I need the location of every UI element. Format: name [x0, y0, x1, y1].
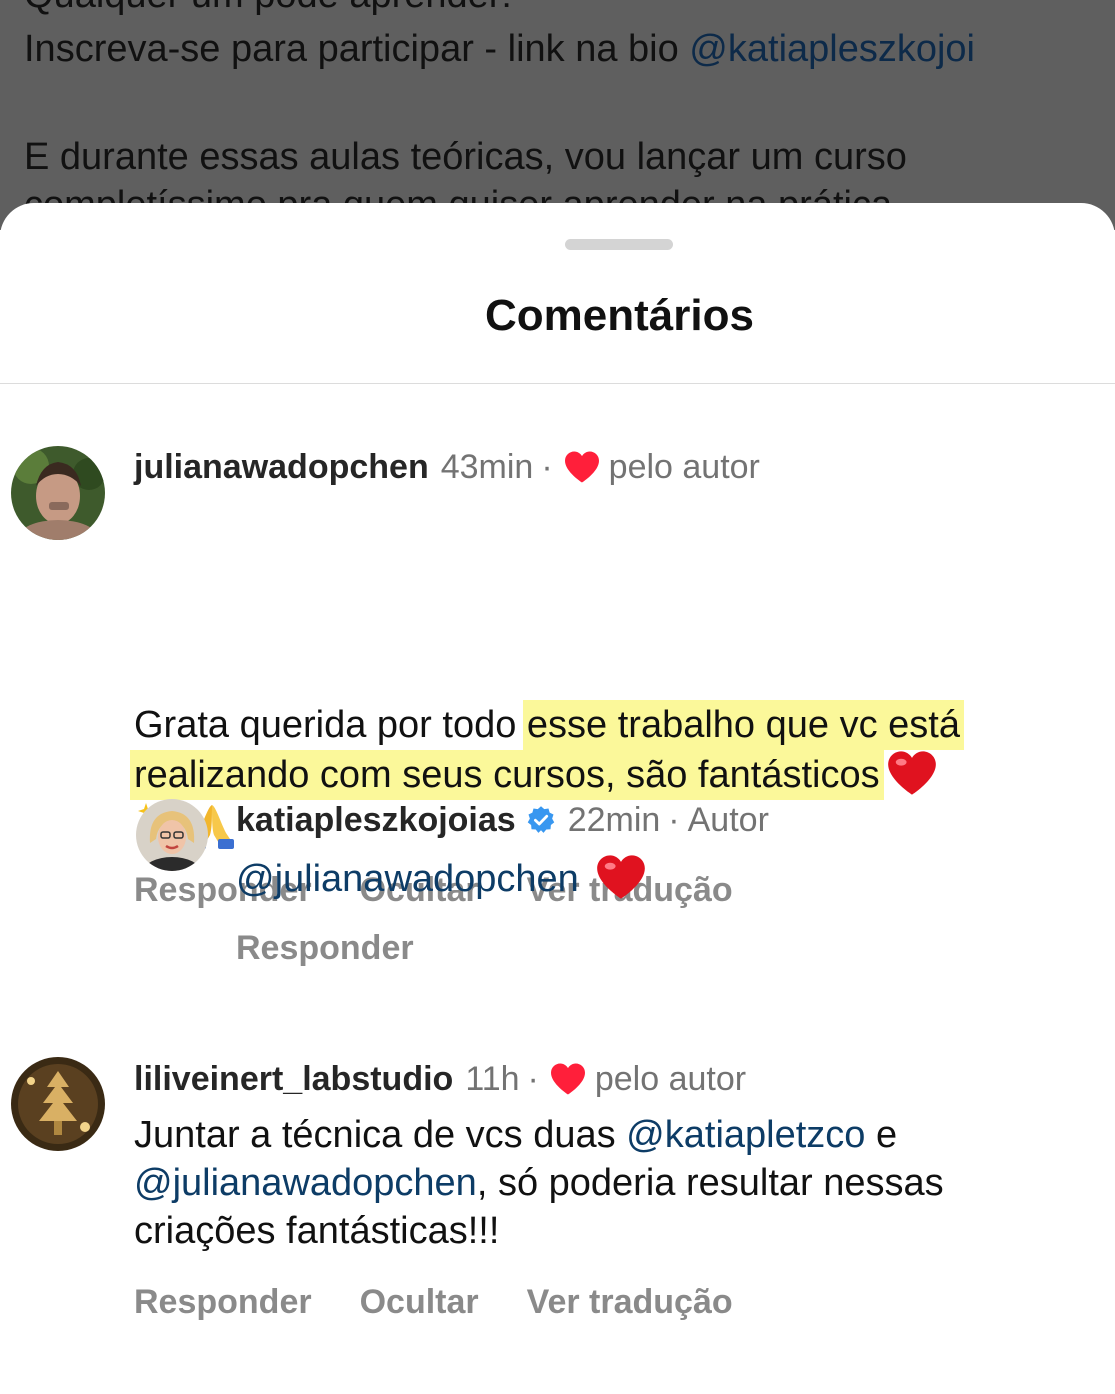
comment-actions: Responder Ocultar Ver tradução: [134, 1283, 781, 1322]
post-caption-mention[interactable]: @katiapleszkojoi: [689, 28, 975, 70]
comment-text-segment: Juntar a técnica de vcs duas: [134, 1114, 627, 1156]
comment-line: realizando com seus cursos, são fantásti…: [134, 749, 1094, 799]
liked-by-author-label: pelo autor: [608, 448, 760, 486]
username[interactable]: liliveinert_labstudio: [134, 1059, 453, 1099]
post-caption-line: Qualquer um pode aprender!: [24, 0, 512, 18]
reply-button[interactable]: Responder: [236, 929, 414, 968]
separator-dot: ·: [668, 801, 680, 839]
comment-text-segment: e: [865, 1114, 898, 1156]
comment-text-segment: Grata querida por todo: [134, 704, 527, 746]
author-label: Autor: [687, 801, 769, 839]
post-caption-text: Inscreva-se para participar - link na bi…: [24, 28, 690, 70]
timestamp: 43min: [440, 448, 534, 486]
verified-badge-icon: [526, 805, 556, 835]
mention-link[interactable]: @julianawadopchen: [236, 858, 579, 900]
comment-line: Juntar a técnica de vcs duas @katiapletz…: [134, 1111, 1094, 1159]
highlighted-text: esse trabalho que vc está: [526, 704, 960, 746]
separator-dot: ·: [541, 448, 553, 486]
timestamp: 22min: [567, 801, 661, 839]
red-heart-emoji-icon: [595, 853, 647, 901]
see-translation-button[interactable]: Ver tradução: [527, 1283, 733, 1322]
comment-text: @julianawadopchen: [236, 853, 647, 903]
mention-link[interactable]: @katiapletzco: [626, 1114, 865, 1156]
avatar[interactable]: [11, 446, 105, 540]
comment-meta: julianawadopchen 43min · pelo autor: [134, 447, 760, 487]
liked-by-author-label: pelo autor: [594, 1060, 747, 1098]
avatar[interactable]: [11, 1057, 105, 1151]
comment-actions: Responder: [236, 929, 462, 968]
sheet-title: Comentários: [485, 291, 754, 340]
comment-text-segment: , só poderia resultar nessas: [476, 1162, 944, 1204]
comment-line: criações fantásticas!!!: [134, 1210, 500, 1252]
sheet-grabber-handle[interactable]: [565, 239, 673, 250]
comment-line: Grata querida por todo esse trabalho que…: [134, 701, 1094, 749]
highlighted-text: realizando com seus cursos, são fantásti…: [134, 754, 880, 796]
post-caption-line: Inscreva-se para participar - link na bi…: [24, 26, 975, 72]
post-caption-line: E durante essas aulas teóricas, vou lanç…: [24, 136, 907, 178]
hide-button[interactable]: Ocultar: [360, 1283, 479, 1322]
comment-meta: liliveinert_labstudio 11h · pelo autor: [134, 1059, 746, 1099]
username[interactable]: julianawadopchen: [134, 447, 429, 487]
timestamp: 11h: [465, 1060, 520, 1098]
comment-text: Juntar a técnica de vcs duas @katiapletz…: [134, 1111, 1094, 1255]
mention-link[interactable]: @julianawadopchen: [134, 1162, 477, 1204]
reply-button[interactable]: Responder: [134, 1283, 312, 1322]
comment-line: @julianawadopchen, só poderia resultar n…: [134, 1159, 1094, 1207]
red-heart-emoji-icon: [886, 749, 938, 797]
heart-icon: [563, 450, 601, 484]
comments-sheet: Comentários julianawadopchen 43min · pel…: [0, 203, 1115, 1394]
separator-dot: ·: [527, 1060, 539, 1098]
divider: [0, 383, 1115, 384]
avatar[interactable]: [136, 799, 208, 871]
comment-meta: katiapleszkojoias 22min · Autor: [236, 800, 769, 840]
background-post: Qualquer um pode aprender! Inscreva-se p…: [0, 0, 1115, 230]
heart-icon: [549, 1062, 587, 1096]
username[interactable]: katiapleszkojoias: [236, 800, 516, 840]
